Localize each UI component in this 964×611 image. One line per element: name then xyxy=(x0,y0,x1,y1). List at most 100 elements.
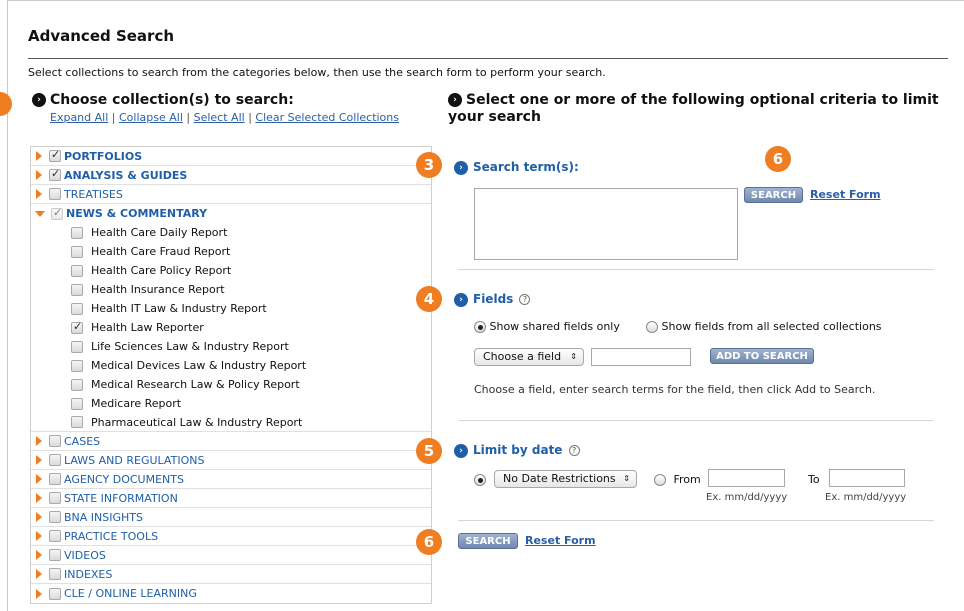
subitem-checkbox[interactable] xyxy=(71,378,83,391)
step-badge-4: 4 xyxy=(416,286,442,312)
expand-arrow-icon[interactable] xyxy=(36,588,42,599)
expand-all-link[interactable]: Expand All xyxy=(50,111,108,124)
expand-arrow-icon[interactable] xyxy=(36,436,42,446)
subitem-label: Health Care Daily Report xyxy=(91,226,228,239)
search-button-top[interactable]: SEARCH xyxy=(744,187,803,203)
category-checkbox[interactable] xyxy=(49,568,61,580)
subitem-checkbox[interactable] xyxy=(71,359,83,372)
subitem-row[interactable]: Health Care Daily Report xyxy=(31,223,431,242)
category-row-laws[interactable]: LAWS AND REGULATIONS xyxy=(31,451,431,470)
category-row-cases[interactable]: CASES xyxy=(31,432,431,451)
arrow-right-icon: › xyxy=(448,93,462,107)
reset-form-link-bottom[interactable]: Reset Form xyxy=(525,534,596,547)
subitem-row[interactable]: Health Care Policy Report xyxy=(31,261,431,280)
expand-arrow-icon[interactable] xyxy=(36,569,42,579)
category-label: STATE INFORMATION xyxy=(64,491,178,505)
subitem-checkbox[interactable] xyxy=(71,416,83,428)
search-button-bottom[interactable]: SEARCH xyxy=(458,533,518,549)
help-icon[interactable]: ? xyxy=(568,445,580,456)
category-checkbox[interactable] xyxy=(49,454,61,466)
expand-arrow-icon[interactable] xyxy=(36,455,42,465)
category-row-news[interactable]: NEWS & COMMENTARY xyxy=(31,204,431,223)
subitem-row[interactable]: Health IT Law & Industry Report xyxy=(31,299,431,318)
select-arrows-icon: ⇕ xyxy=(623,474,630,483)
subitem-checkbox[interactable] xyxy=(71,283,83,296)
search-terms-textarea[interactable] xyxy=(474,188,738,260)
subitem-row[interactable]: Medical Devices Law & Industry Report xyxy=(31,356,431,375)
category-row-state[interactable]: STATE INFORMATION xyxy=(31,489,431,508)
subitem-row[interactable]: Life Sciences Law & Industry Report xyxy=(31,337,431,356)
from-date-input[interactable] xyxy=(708,469,785,487)
category-checkbox[interactable] xyxy=(49,492,61,504)
reset-form-link-top[interactable]: Reset Form xyxy=(810,188,881,201)
category-row-practice[interactable]: PRACTICE TOOLS xyxy=(31,527,431,546)
collapse-all-link[interactable]: Collapse All xyxy=(119,111,183,124)
category-checkbox[interactable] xyxy=(49,435,61,447)
category-checkbox[interactable] xyxy=(49,473,61,485)
category-row-insights[interactable]: BNA INSIGHTS xyxy=(31,508,431,527)
subitem-row[interactable]: Medical Research Law & Policy Report xyxy=(31,375,431,394)
add-to-search-button[interactable]: ADD TO SEARCH xyxy=(710,348,814,364)
subitem-label: Pharmaceutical Law & Industry Report xyxy=(91,415,303,429)
radio-label: Show shared fields only xyxy=(489,320,620,333)
category-checkbox[interactable] xyxy=(51,206,63,220)
radio-button[interactable] xyxy=(654,474,666,486)
subitem-checkbox[interactable] xyxy=(71,245,83,258)
search-terms-label-text: Search term(s): xyxy=(473,160,579,174)
help-icon[interactable]: ? xyxy=(519,294,531,305)
category-row-videos[interactable]: VIDEOS xyxy=(31,546,431,565)
subitem-label: Health Care Fraud Report xyxy=(91,245,231,258)
radio-label: Show fields from all selected collection… xyxy=(661,320,882,333)
category-row-portfolios[interactable]: PORTFOLIOS xyxy=(31,147,431,166)
subitem-row[interactable]: Medicare Report xyxy=(31,394,431,413)
category-row-treatises[interactable]: TREATISES xyxy=(31,185,431,204)
expand-arrow-icon[interactable] xyxy=(36,512,42,522)
category-checkbox[interactable] xyxy=(49,148,61,162)
expand-arrow-icon[interactable] xyxy=(36,493,42,503)
section-divider xyxy=(458,269,934,270)
expand-arrow-icon[interactable] xyxy=(36,151,42,161)
subitem-checkbox[interactable] xyxy=(71,264,83,277)
subitem-row[interactable]: Health Insurance Report xyxy=(31,280,431,299)
field-value-input[interactable] xyxy=(591,348,691,366)
subitem-checkbox[interactable] xyxy=(71,226,83,239)
subitem-row[interactable]: Health Care Fraud Report xyxy=(31,242,431,261)
subitem-checkbox[interactable] xyxy=(71,340,83,353)
category-label: AGENCY DOCUMENTS xyxy=(64,472,184,486)
to-date-input[interactable] xyxy=(829,469,905,487)
radio-date-restriction[interactable] xyxy=(474,473,486,486)
select-all-link[interactable]: Select All xyxy=(194,111,245,124)
expand-arrow-icon[interactable] xyxy=(36,474,42,484)
subitem-checkbox[interactable] xyxy=(71,320,83,334)
category-checkbox[interactable] xyxy=(49,530,61,542)
category-checkbox[interactable] xyxy=(49,188,61,200)
category-checkbox[interactable] xyxy=(49,167,61,181)
subitem-row[interactable]: Health Law Reporter xyxy=(31,318,431,337)
expand-arrow-icon[interactable] xyxy=(36,170,42,180)
step-badge-6: 6 xyxy=(765,146,791,172)
category-row-cle[interactable]: CLE / ONLINE LEARNING xyxy=(31,584,431,603)
subitem-checkbox[interactable] xyxy=(71,302,83,315)
date-restriction-select[interactable]: No Date Restrictions ⇕ xyxy=(494,470,637,488)
category-checkbox[interactable] xyxy=(49,549,61,561)
category-checkbox[interactable] xyxy=(49,587,61,600)
expand-arrow-icon[interactable] xyxy=(36,550,42,560)
radio-date-range[interactable]: From xyxy=(654,473,701,486)
radio-button[interactable] xyxy=(474,321,486,333)
field-select[interactable]: Choose a field ⇕ xyxy=(474,348,584,366)
category-row-agency[interactable]: AGENCY DOCUMENTS xyxy=(31,470,431,489)
expand-arrow-icon[interactable] xyxy=(36,531,42,541)
category-row-indexes[interactable]: INDEXES xyxy=(31,565,431,584)
arrow-right-icon: › xyxy=(454,292,468,307)
expand-arrow-icon[interactable] xyxy=(36,189,42,199)
category-row-analysis[interactable]: ANALYSIS & GUIDES xyxy=(31,166,431,185)
radio-button[interactable] xyxy=(646,321,658,333)
radio-all-fields[interactable]: Show fields from all selected collection… xyxy=(646,320,882,333)
clear-selected-link[interactable]: Clear Selected Collections xyxy=(255,111,399,124)
category-checkbox[interactable] xyxy=(49,511,61,523)
radio-shared-fields[interactable]: Show shared fields only xyxy=(474,320,620,333)
subitem-row[interactable]: Pharmaceutical Law & Industry Report xyxy=(31,413,431,432)
collapse-arrow-icon[interactable] xyxy=(35,210,45,217)
radio-button[interactable] xyxy=(474,474,486,486)
subitem-checkbox[interactable] xyxy=(71,397,83,410)
